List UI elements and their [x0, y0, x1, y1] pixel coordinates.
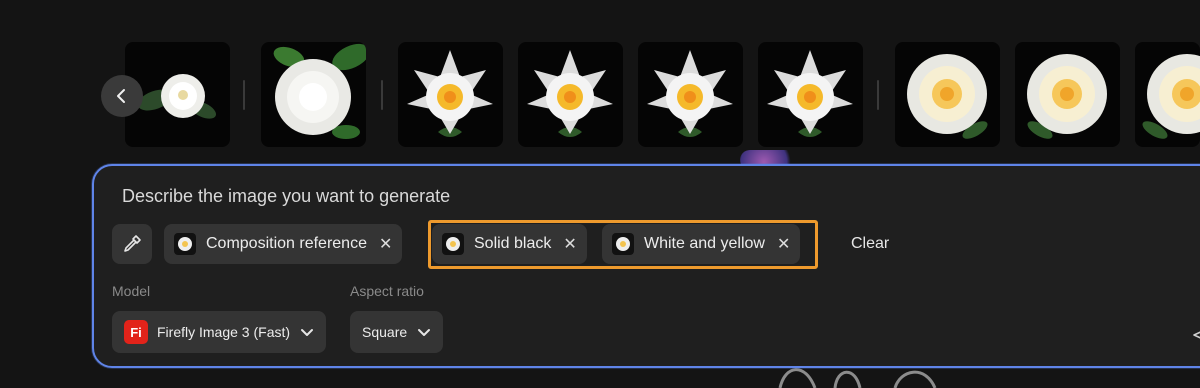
- model-label: Model: [112, 283, 151, 299]
- thumbnail-camellia-leaves[interactable]: [261, 42, 366, 147]
- send-icon[interactable]: [1192, 328, 1200, 342]
- thumbnail-lotus-1[interactable]: [398, 42, 503, 147]
- chevron-down-icon: [301, 329, 314, 336]
- thumbnail-camellia-yellow-1[interactable]: [895, 42, 1000, 147]
- clear-button[interactable]: Clear: [851, 235, 889, 253]
- thumbnail-separator: [243, 80, 245, 110]
- eyedropper-button[interactable]: [112, 224, 152, 264]
- thumbnail-camellia-yellow-2[interactable]: [1015, 42, 1120, 147]
- chevron-left-icon: [117, 89, 125, 103]
- aspect-ratio-select[interactable]: Square: [350, 311, 444, 353]
- close-icon[interactable]: ✕: [379, 234, 392, 254]
- eyedropper-icon: [124, 235, 141, 252]
- chevron-down-icon: [418, 329, 431, 336]
- model-select[interactable]: Fi Firefly Image 3 (Fast): [112, 311, 327, 353]
- prompt-panel: Describe the image you want to generate …: [92, 164, 1200, 368]
- thumbnail-lotus-4[interactable]: [758, 42, 863, 147]
- thumbnail-lotus-2[interactable]: [518, 42, 623, 147]
- chip-label: Composition reference: [206, 235, 367, 252]
- model-value: Firefly Image 3 (Fast): [157, 324, 291, 340]
- aspect-ratio-value: Square: [362, 324, 408, 340]
- firefly-logo-icon: Fi: [124, 320, 148, 344]
- thumbnail-lotus-3[interactable]: [638, 42, 743, 147]
- aspect-ratio-label: Aspect ratio: [350, 283, 424, 299]
- thumbnail-separator: [877, 80, 879, 110]
- highlight-box: [428, 220, 818, 269]
- flower-thumbnail-icon: [174, 233, 196, 255]
- prompt-input[interactable]: Describe the image you want to generate: [122, 186, 450, 207]
- thumbnail-camellia-yellow-3[interactable]: [1135, 42, 1200, 147]
- thumbnail-carousel: [0, 42, 1200, 148]
- thumbnail-separator: [381, 80, 383, 110]
- chip-composition-reference[interactable]: Composition reference ✕: [164, 224, 403, 264]
- carousel-back-button[interactable]: [101, 75, 143, 117]
